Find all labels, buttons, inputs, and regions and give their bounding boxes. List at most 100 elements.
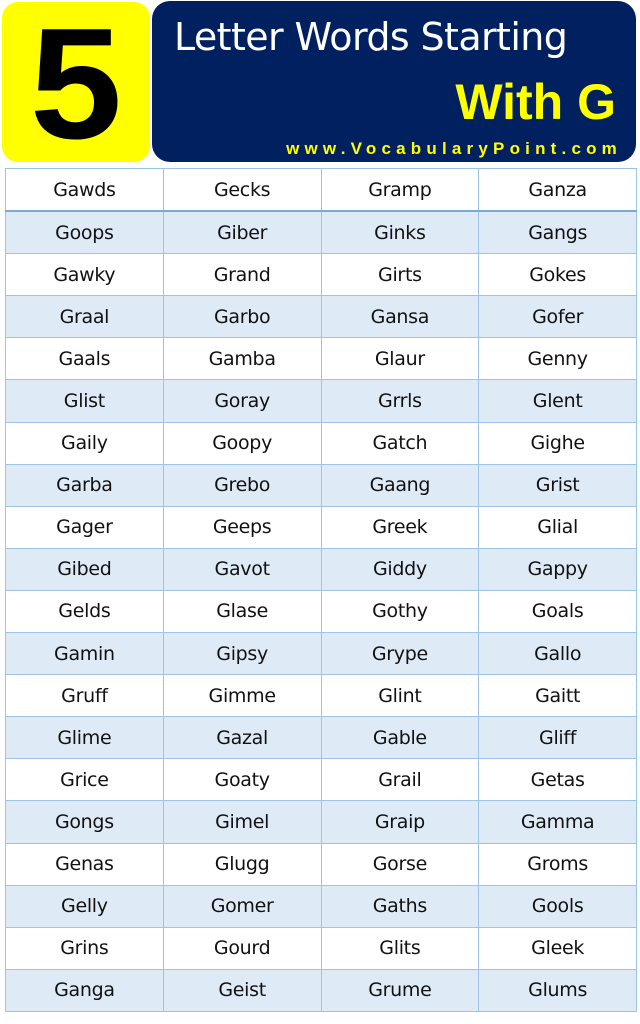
table-row: Gawky Grand Girts Gokes [5,253,637,297]
word-cell: Gomer [162,884,322,928]
table-row: Goops Giber Ginks Gangs [5,210,637,255]
word-cell: Gramp [320,168,480,213]
word-table-body: Gawds Gecks Gramp Ganza Goops Giber Ginks Gangs… [5,168,637,1012]
word-cell: Grist [478,463,637,507]
word-cell: Gongs [5,800,164,844]
word-cell: Groms [478,842,637,886]
word-cell: Gamba [162,337,322,381]
word-cell: Goals [478,589,637,634]
word-cell: Glime [5,716,164,760]
table-row: Grice Goaty Grail Getas [5,758,637,802]
word-cell: Gansa [320,295,480,339]
word-cell: Gaily [5,421,164,465]
word-cell: Graal [5,295,164,339]
word-cell: Grins [5,926,164,970]
word-cell: Glent [478,379,637,423]
word-cell: Gaang [320,463,480,507]
word-cell: Glugg [162,842,322,886]
word-cell: Ginks [320,210,480,255]
word-cell: Goaty [162,758,322,802]
word-cell: Gavot [162,547,322,591]
table-row: Gelly Gomer Gaths Gools [5,884,637,928]
table-row: Gamin Gipsy Grype Gallo [5,632,637,676]
word-cell: Gager [5,505,164,549]
word-cell: Giddy [320,547,480,591]
word-cell: Grail [320,758,480,802]
word-cell: Garba [5,463,164,507]
word-cell: Gamma [478,800,637,844]
word-cell: Gothy [320,589,480,634]
table-row: Garba Grebo Gaang Grist [5,463,637,507]
table-row: Gelds Glase Gothy Goals [5,589,637,634]
table-row: Gruff Gimme Glint Gaitt [5,674,637,718]
word-cell: Goray [162,379,322,423]
word-cell: Gelly [5,884,164,928]
word-cell: Grand [162,253,322,297]
word-cell: Gibed [5,547,164,591]
word-cell: Gecks [162,168,322,213]
word-cell: Genas [5,842,164,886]
table-row: Gibed Gavot Giddy Gappy [5,547,637,591]
title-banner: Letter Words Starting With G www.Vocabul… [152,1,636,162]
word-cell: Geeps [162,505,322,549]
table-row: Grins Gourd Glits Gleek [5,926,637,970]
letter-count-number: 5 [29,0,123,172]
word-cell: Gable [320,716,480,760]
word-cell: Gaals [5,337,164,381]
word-cell: Gighe [478,421,637,465]
word-cell: Gelds [5,589,164,634]
word-cell: Gofer [478,295,637,339]
table-row: Ganga Geist Grume Glums [5,968,637,1012]
word-cell: Girts [320,253,480,297]
table-row: Glist Goray Grrls Glent [5,379,637,423]
table-row: Glime Gazal Gable Gliff [5,716,637,760]
word-cell: Goops [5,210,164,255]
page-subtitle: With G [455,74,616,130]
word-cell: Gorse [320,842,480,886]
table-row: Genas Glugg Gorse Groms [5,842,637,886]
word-cell: Grume [320,968,480,1012]
word-cell: Gaths [320,884,480,928]
word-cell: Greek [320,505,480,549]
table-row: Gager Geeps Greek Glial [5,505,637,549]
word-cell: Gangs [478,210,637,255]
word-cell: Garbo [162,295,322,339]
word-cell: Goopy [162,421,322,465]
table-row: Gawds Gecks Gramp Ganza [5,168,637,213]
word-table: Gawds Gecks Gramp Ganza Goops Giber Ginks Gangs… [5,168,637,1012]
word-cell: Grebo [162,463,322,507]
word-cell: Gallo [478,632,637,676]
number-badge: 5 [2,0,150,172]
word-cell: Glits [320,926,480,970]
page-title: Letter Words Starting [174,15,568,59]
word-cell: Geist [162,968,322,1012]
word-cell: Graip [320,800,480,844]
word-cell: Gourd [162,926,322,970]
word-cell: Gimme [162,674,322,718]
word-cell: Gleek [478,926,637,970]
word-cell: Glums [478,968,637,1012]
word-cell: Ganga [5,968,164,1012]
word-cell: Gappy [478,547,637,591]
word-cell: Gools [478,884,637,928]
website-label: www.VocabularyPoint.com [286,139,622,158]
word-cell: Grice [5,758,164,802]
word-cell: Gawky [5,253,164,297]
word-cell: Glaur [320,337,480,381]
word-cell: Gamin [5,632,164,676]
word-cell: Gatch [320,421,480,465]
word-cell: Giber [162,210,322,255]
word-cell: Gruff [5,674,164,718]
word-cell: Glint [320,674,480,718]
table-row: Graal Garbo Gansa Gofer [5,295,637,339]
word-cell: Gokes [478,253,637,297]
word-cell: Gazal [162,716,322,760]
word-cell: Glial [478,505,637,549]
word-cell: Gawds [5,168,164,213]
word-cell: Grype [320,632,480,676]
word-cell: Ganza [478,168,637,213]
table-row: Gaily Goopy Gatch Gighe [5,421,637,465]
word-cell: Glist [5,379,164,423]
word-cell: Getas [478,758,637,802]
word-cell: Gimel [162,800,322,844]
